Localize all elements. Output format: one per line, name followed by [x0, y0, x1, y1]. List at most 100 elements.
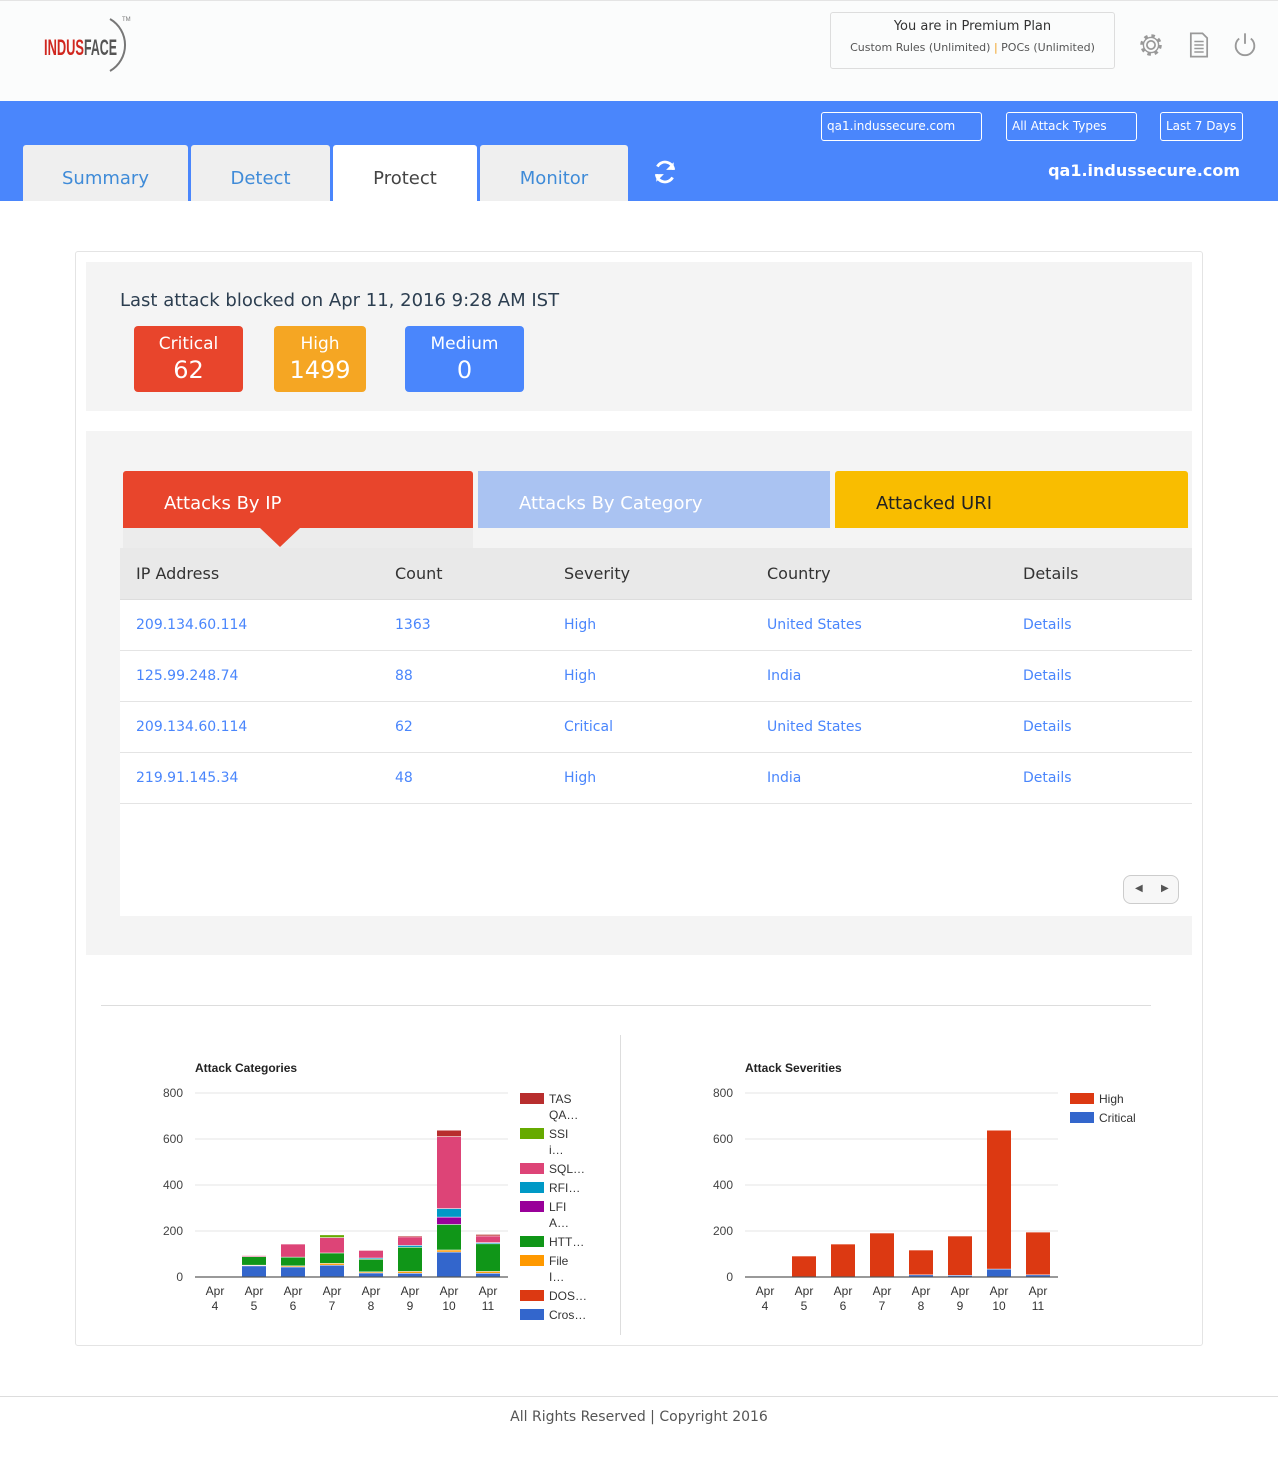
card-value: 62 — [173, 356, 204, 384]
ip-link[interactable]: 209.134.60.114 — [136, 617, 247, 633]
country-link[interactable]: India — [767, 668, 801, 684]
details-link[interactable]: Details — [1023, 770, 1072, 786]
y-tick-label: 0 — [726, 1270, 733, 1284]
bar-segment — [437, 1217, 461, 1225]
bar-segment — [242, 1255, 266, 1257]
attacks-panel: Attacks By IP Attacks By Category Attack… — [86, 431, 1192, 955]
x-tick-label: Apr — [323, 1284, 342, 1298]
x-tick-label: 11 — [1032, 1299, 1045, 1313]
details-link[interactable]: Details — [1023, 617, 1072, 633]
table-row: 209.134.60.114 62 Critical United States Det… — [120, 702, 1192, 753]
period-filter[interactable]: Last 7 Days — [1160, 112, 1243, 141]
ip-link[interactable]: 219.91.145.34 — [136, 770, 238, 786]
count-link[interactable]: 48 — [395, 770, 413, 786]
legend-label: QA… — [549, 1108, 578, 1122]
x-tick-label: 5 — [251, 1299, 258, 1313]
legend-label: TAS — [549, 1092, 571, 1106]
details-link[interactable]: Details — [1023, 668, 1072, 684]
bar-segment — [242, 1256, 266, 1265]
tab-attacks-by-ip[interactable]: Attacks By IP — [123, 471, 473, 528]
bar-segment — [281, 1267, 305, 1277]
ip-link[interactable]: 209.134.60.114 — [136, 719, 247, 735]
country-link[interactable]: United States — [767, 719, 862, 735]
site-filter[interactable]: qa1.indussecure.com — [821, 112, 982, 141]
svg-text:TM: TM — [122, 17, 131, 23]
document-icon[interactable] — [1185, 31, 1213, 59]
legend-swatch — [520, 1201, 544, 1212]
bar-segment — [987, 1269, 1011, 1277]
x-tick-label: 8 — [918, 1299, 925, 1313]
count-link[interactable]: 88 — [395, 668, 413, 684]
power-icon[interactable] — [1231, 31, 1259, 59]
plan-pocs: POCs (Unlimited) — [1001, 41, 1095, 54]
col-country[interactable]: Country — [767, 564, 831, 583]
x-tick-label: Apr — [440, 1284, 459, 1298]
bar-segment — [987, 1130, 1011, 1269]
severity-link[interactable]: High — [564, 770, 596, 786]
y-tick-label: 800 — [713, 1086, 733, 1100]
bar-segment — [320, 1253, 344, 1264]
attack-categories-chart: Attack Categories0200400600800Apr4Apr5Ap… — [163, 1061, 587, 1322]
x-tick-label: Apr — [873, 1284, 892, 1298]
bar-segment — [792, 1256, 816, 1277]
legend-swatch — [520, 1163, 544, 1174]
tab-attacks-by-category[interactable]: Attacks By Category — [478, 471, 830, 528]
table-row: 209.134.60.114 1363 High United States Detai… — [120, 600, 1192, 651]
x-tick-label: Apr — [834, 1284, 853, 1298]
bar-segment — [281, 1266, 305, 1267]
severity-link[interactable]: High — [564, 668, 596, 684]
count-link[interactable]: 1363 — [395, 617, 431, 633]
bar-segment — [320, 1235, 344, 1238]
next-page-icon[interactable]: ▶ — [1161, 883, 1169, 894]
medium-card[interactable]: Medium 0 — [405, 326, 524, 392]
bar-segment — [437, 1250, 461, 1252]
prev-page-icon[interactable]: ◀ — [1135, 883, 1143, 894]
bar-segment — [476, 1273, 500, 1277]
col-ip[interactable]: IP Address — [136, 564, 219, 583]
gear-icon[interactable] — [1137, 31, 1165, 59]
chart-divider — [620, 1035, 621, 1335]
attack-type-filter[interactable]: All Attack Types — [1006, 112, 1137, 141]
x-tick-label: Apr — [990, 1284, 1009, 1298]
col-details[interactable]: Details — [1023, 564, 1078, 583]
y-tick-label: 600 — [713, 1132, 733, 1146]
ip-link[interactable]: 125.99.248.74 — [136, 668, 238, 684]
card-value: 1499 — [289, 356, 351, 384]
bar-segment — [948, 1275, 972, 1277]
x-tick-label: 9 — [957, 1299, 964, 1313]
bar-segment — [242, 1266, 266, 1277]
table-row: 219.91.145.34 48 High India Details — [120, 753, 1192, 804]
details-link[interactable]: Details — [1023, 719, 1072, 735]
country-link[interactable]: United States — [767, 617, 862, 633]
x-tick-label: 6 — [290, 1299, 297, 1313]
x-tick-label: 11 — [482, 1299, 495, 1313]
bar-segment — [476, 1242, 500, 1244]
tab-detect[interactable]: Detect — [191, 145, 330, 201]
indusface-logo[interactable]: INDUS FACE TM — [42, 15, 132, 75]
tab-protect[interactable]: Protect — [333, 145, 477, 201]
y-tick-label: 200 — [163, 1224, 183, 1238]
tab-monitor[interactable]: Monitor — [480, 145, 628, 201]
tab-summary[interactable]: Summary — [23, 145, 188, 201]
y-tick-label: 800 — [163, 1086, 183, 1100]
x-tick-label: Apr — [206, 1284, 225, 1298]
legend-swatch — [520, 1093, 544, 1104]
col-count[interactable]: Count — [395, 564, 443, 583]
severity-link[interactable]: High — [564, 617, 596, 633]
legend-label: SQL… — [549, 1162, 585, 1176]
refresh-icon[interactable] — [652, 159, 678, 185]
critical-card[interactable]: Critical 62 — [134, 326, 243, 392]
legend-label: File — [549, 1254, 569, 1268]
bar-segment — [320, 1237, 344, 1253]
high-card[interactable]: High 1499 — [274, 326, 366, 392]
severity-link[interactable]: Critical — [564, 719, 613, 735]
x-tick-label: Apr — [912, 1284, 931, 1298]
bar-segment — [398, 1237, 422, 1246]
tab-attacked-uri[interactable]: Attacked URI — [835, 471, 1188, 528]
legend-label: High — [1099, 1092, 1124, 1106]
plan-info: You are in Premium Plan Custom Rules (Un… — [830, 12, 1115, 69]
col-severity[interactable]: Severity — [564, 564, 630, 583]
card-label: Medium — [430, 334, 499, 354]
count-link[interactable]: 62 — [395, 719, 413, 735]
country-link[interactable]: India — [767, 770, 801, 786]
